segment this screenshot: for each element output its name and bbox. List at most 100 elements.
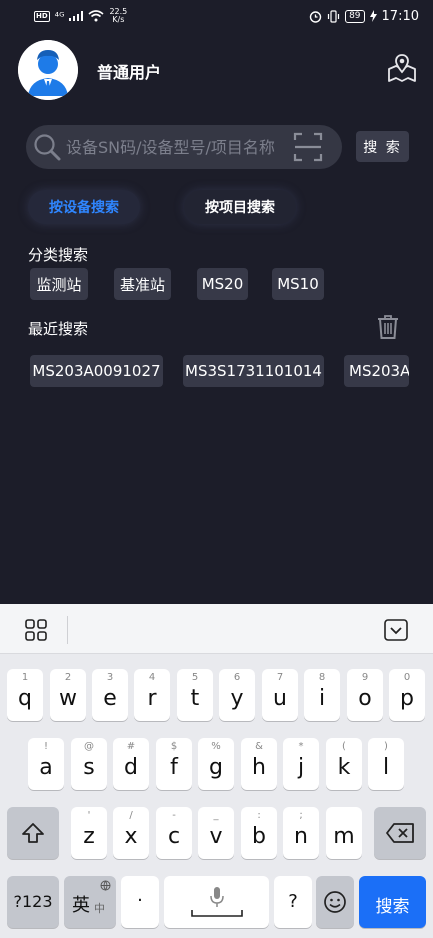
key-a[interactable]: ! a: [28, 738, 64, 790]
battery-indicator: 89: [345, 9, 365, 23]
key-char: i: [318, 686, 326, 711]
user-avatar-icon: [18, 40, 78, 100]
net-speed: 22.5 K/s: [109, 8, 127, 24]
key-hint: 2: [64, 672, 72, 683]
dot-label: ·: [137, 890, 143, 911]
scan-icon[interactable]: [293, 131, 323, 163]
signal-bars-icon: [69, 11, 84, 21]
key-l[interactable]: ) l: [368, 738, 404, 790]
globe-icon: [100, 880, 111, 891]
tab-search-by-device[interactable]: 按设备搜索: [28, 190, 140, 224]
delete-key[interactable]: [374, 807, 426, 859]
keyboard-toolbar: [0, 604, 433, 654]
key-h[interactable]: & h: [241, 738, 277, 790]
key-hint: 8: [318, 672, 326, 683]
tab-search-by-project[interactable]: 按项目搜索: [184, 190, 296, 224]
key-hint: -: [172, 810, 176, 821]
category-chip[interactable]: 监测站: [30, 268, 88, 300]
category-chip[interactable]: 基准站: [114, 268, 171, 300]
category-chip[interactable]: MS20: [197, 268, 248, 300]
avatar[interactable]: [18, 40, 78, 100]
key-u[interactable]: 7u: [262, 669, 298, 721]
key-hint: 1: [21, 672, 29, 683]
shift-key[interactable]: [7, 807, 59, 859]
map-location-icon[interactable]: [387, 53, 417, 83]
trash-icon[interactable]: [376, 314, 400, 340]
key-c[interactable]: -c: [156, 807, 192, 859]
key-p[interactable]: 0p: [389, 669, 425, 721]
search-action-label: 搜索: [375, 897, 410, 917]
status-bar: HD ⁴ᴳ 22.5 K/s 89 17:10: [0, 0, 433, 32]
key-char: h: [252, 755, 266, 780]
question-label: ?: [288, 891, 298, 912]
key-o[interactable]: 9o: [347, 669, 383, 721]
category-chip[interactable]: MS10: [272, 268, 324, 300]
key-d[interactable]: # d: [113, 738, 149, 790]
key-x[interactable]: / x: [113, 807, 149, 859]
key-i[interactable]: 8i: [304, 669, 340, 721]
key-g[interactable]: % g: [198, 738, 234, 790]
key-hint: #: [126, 741, 136, 752]
question-key[interactable]: ?: [274, 876, 312, 928]
backspace-icon: [386, 823, 414, 843]
key-r[interactable]: 4r: [134, 669, 170, 721]
space-key[interactable]: [164, 876, 269, 928]
key-w[interactable]: 2w: [50, 669, 86, 721]
grid-menu-icon[interactable]: [25, 619, 47, 641]
key-s[interactable]: @ s: [71, 738, 107, 790]
key-y[interactable]: 6y: [219, 669, 255, 721]
key-hint: 4: [148, 672, 156, 683]
key-n[interactable]: ; n: [283, 807, 319, 859]
key-hint: %: [211, 741, 221, 752]
symbols-key[interactable]: ?123: [7, 876, 59, 928]
recent-chip[interactable]: MS203A: [344, 355, 409, 387]
key-char: p: [400, 686, 414, 711]
key-k[interactable]: (k: [326, 738, 362, 790]
dot-key[interactable]: ·: [121, 876, 159, 928]
language-switch-key[interactable]: 英 中: [64, 876, 116, 928]
key-hint: !: [43, 741, 48, 752]
key-j[interactable]: * j: [283, 738, 319, 790]
key-char: k: [337, 755, 351, 780]
net-speed-unit: K/s: [112, 15, 125, 24]
key-b[interactable]: :b: [241, 807, 277, 859]
key-e[interactable]: 3e: [92, 669, 128, 721]
key-f[interactable]: $ f: [156, 738, 192, 790]
user-header: 普通用户: [18, 40, 418, 100]
key-hint: (: [342, 741, 346, 752]
charging-icon: [369, 10, 377, 22]
key-hint: ;: [299, 810, 303, 821]
toolbar-divider: [67, 616, 68, 644]
key-hint: @: [84, 741, 94, 752]
key-char: q: [18, 686, 32, 711]
symbols-label: ?123: [13, 892, 53, 911]
key-hint: ): [384, 741, 388, 752]
recent-chip[interactable]: MS3S1731101014: [183, 355, 324, 387]
key-v[interactable]: _ v: [198, 807, 234, 859]
search-icon: [34, 134, 61, 161]
key-hint: 3: [106, 672, 114, 683]
key-t[interactable]: 5t: [177, 669, 213, 721]
key-q[interactable]: 1q: [7, 669, 43, 721]
key-hint: :: [257, 810, 261, 821]
key-m[interactable]: m: [326, 807, 362, 859]
search-action-key[interactable]: 搜索: [359, 876, 426, 928]
search-box[interactable]: [26, 125, 342, 169]
recent-chip[interactable]: MS203A0091027: [30, 355, 163, 387]
clock: 17:10: [381, 8, 419, 24]
key-hint: 0: [403, 672, 411, 683]
vibrate-icon: [327, 9, 340, 23]
key-char: j: [297, 755, 305, 780]
key-char: e: [103, 686, 117, 711]
key-char: v: [209, 824, 223, 849]
key-hint: *: [298, 741, 304, 752]
key-z[interactable]: ' z: [71, 807, 107, 859]
search-input[interactable]: [66, 135, 280, 159]
key-hint: $: [170, 741, 178, 752]
key-hint: /: [129, 810, 133, 821]
search-button[interactable]: 搜 索: [356, 131, 409, 162]
key-hint: _: [213, 810, 219, 821]
emoji-key[interactable]: [316, 876, 354, 928]
keyboard-collapse-icon[interactable]: [384, 619, 408, 641]
shift-icon: [22, 823, 44, 843]
